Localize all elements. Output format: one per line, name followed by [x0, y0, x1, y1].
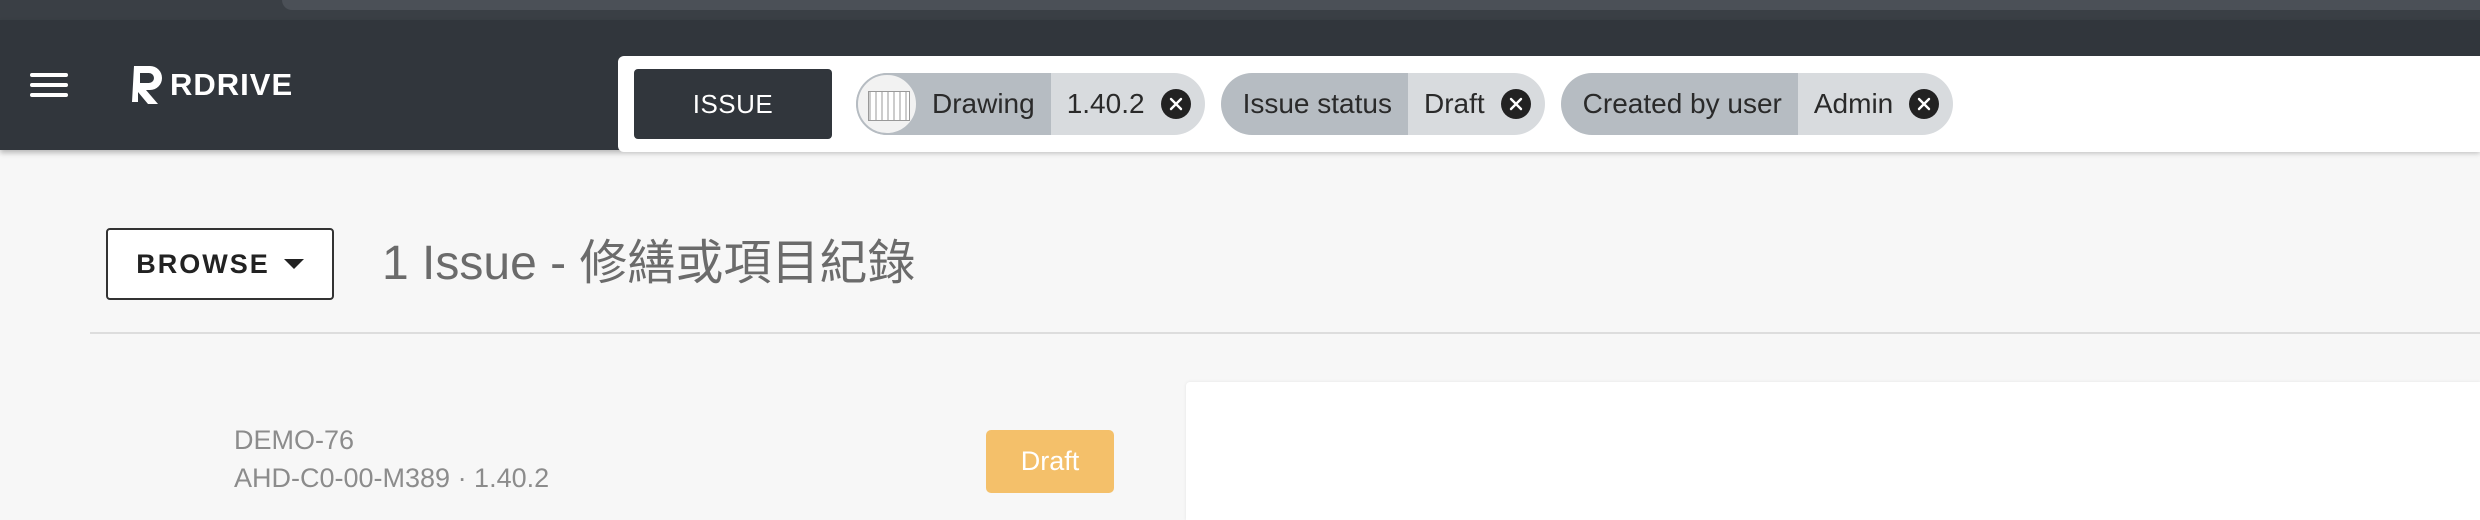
browser-tab-strip — [282, 0, 2480, 10]
chip-key: Created by user — [1582, 88, 1782, 119]
chip-value: Admin — [1813, 88, 1894, 119]
caret-down-icon — [283, 259, 304, 269]
close-circle-icon[interactable] — [1160, 89, 1191, 119]
filter-chip-drawing[interactable]: Drawing 1.40.2 — [856, 73, 1205, 135]
filter-search-bar[interactable]: ISSUE Drawing 1.40.2 Issue status Draft — [618, 56, 2480, 152]
logo-text: RDRIVE — [170, 67, 294, 102]
browse-label: BROWSE — [136, 248, 270, 279]
chip-key: Issue status — [1242, 88, 1392, 119]
chip-value: Draft — [1423, 88, 1485, 119]
issue-id: DEMO-76 — [234, 425, 355, 455]
close-circle-icon[interactable] — [1500, 89, 1531, 119]
filter-chip-issue-status[interactable]: Issue status Draft — [1220, 73, 1545, 135]
close-circle-icon[interactable] — [1909, 89, 1940, 119]
detail-panel — [1186, 382, 2480, 520]
menu-icon[interactable] — [30, 70, 70, 100]
app-logo[interactable]: RDRIVE — [128, 60, 293, 110]
browse-button[interactable]: BROWSE — [106, 228, 334, 300]
filter-chip-created-by[interactable]: Created by user Admin — [1560, 73, 1954, 135]
status-badge: Draft — [986, 430, 1114, 493]
page-title: 1 Issue - 修繕或項目紀錄 — [382, 237, 916, 290]
issue-type-button[interactable]: ISSUE — [634, 69, 832, 139]
window-top-strip — [0, 0, 2480, 20]
chip-value: 1.40.2 — [1066, 88, 1145, 119]
logo-mark-icon — [132, 66, 162, 104]
issue-subtitle: AHD-C0-00-M389 · 1.40.2 — [234, 463, 550, 493]
chip-key: Drawing — [932, 88, 1035, 119]
app-header: RDRIVE ISSUE Drawing 1.40.2 Issue status… — [0, 20, 2480, 152]
drawing-thumbnail — [856, 73, 918, 135]
divider — [90, 332, 2480, 334]
